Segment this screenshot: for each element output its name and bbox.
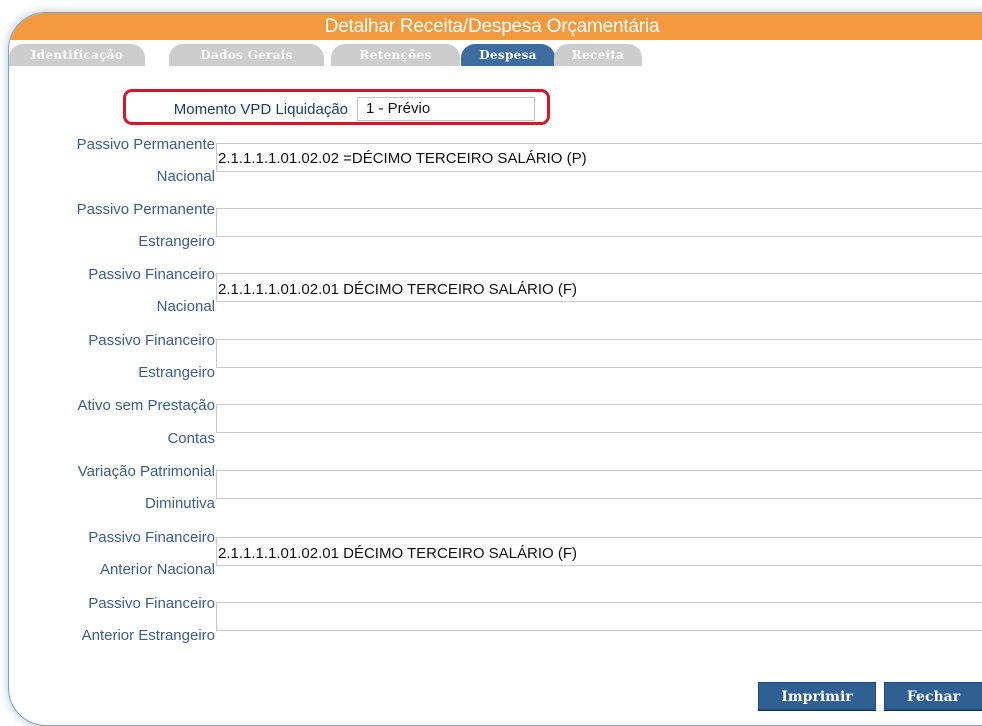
field-label-line2: Contas [167, 430, 215, 447]
field-label-line2: Anterior Estrangeiro [81, 627, 215, 644]
field-label: Passivo Financeiro [88, 266, 215, 283]
field-input[interactable] [216, 404, 982, 433]
close-button[interactable]: Fechar [884, 682, 982, 710]
tab-despesa[interactable]: Despesa [461, 44, 555, 66]
print-button[interactable]: Imprimir [758, 682, 876, 710]
tab-dados-gerais[interactable]: Dados Gerais [169, 44, 324, 66]
field-label-line2: Nacional [156, 168, 215, 185]
dialog-title: Detalhar Receita/Despesa Orçamentária [324, 16, 660, 37]
field-input[interactable] [216, 470, 982, 499]
field-label-line2: Anterior Nacional [99, 561, 215, 578]
field-label-line2: Nacional [156, 298, 215, 315]
field-value: 2.1.1.1.1.01.02.01 DÉCIMO TERCEIRO SALÁR… [218, 281, 578, 298]
tab-receita[interactable]: Receita [554, 44, 642, 66]
dialog-title-bar: Detalhar Receita/Despesa Orçamentária [9, 13, 982, 40]
tab-retencoes[interactable]: Retenções [331, 44, 460, 66]
field-label: Ativo sem Prestação [77, 397, 215, 414]
tab-bar: Identificação Dados Gerais Retenções Des… [9, 40, 982, 74]
field-label: Variação Patrimonial [77, 463, 215, 480]
field-label-line2: Diminutiva [144, 495, 215, 512]
field-value: 2.1.1.1.1.01.02.01 DÉCIMO TERCEIRO SALÁR… [218, 545, 578, 562]
field-label-line2: Estrangeiro [138, 233, 215, 250]
momento-vpd-select[interactable]: 1 - Prévio [357, 97, 535, 121]
field-label: Passivo Financeiro [88, 332, 215, 349]
field-label: Passivo Financeiro [88, 595, 215, 612]
field-input[interactable] [216, 602, 982, 631]
field-label: Passivo Permanente [76, 136, 215, 153]
momento-vpd-label: Momento VPD Liquidação [173, 101, 348, 118]
field-input[interactable] [216, 339, 982, 368]
field-label: Passivo Financeiro [88, 529, 215, 546]
field-value: 2.1.1.1.1.01.02.02 =DÉCIMO TERCEIRO SALÁ… [218, 150, 587, 167]
field-input[interactable] [216, 208, 982, 237]
tab-identificacao[interactable]: Identificação [9, 44, 145, 66]
field-label-line2: Estrangeiro [138, 364, 215, 381]
field-label: Passivo Permanente [76, 201, 215, 218]
